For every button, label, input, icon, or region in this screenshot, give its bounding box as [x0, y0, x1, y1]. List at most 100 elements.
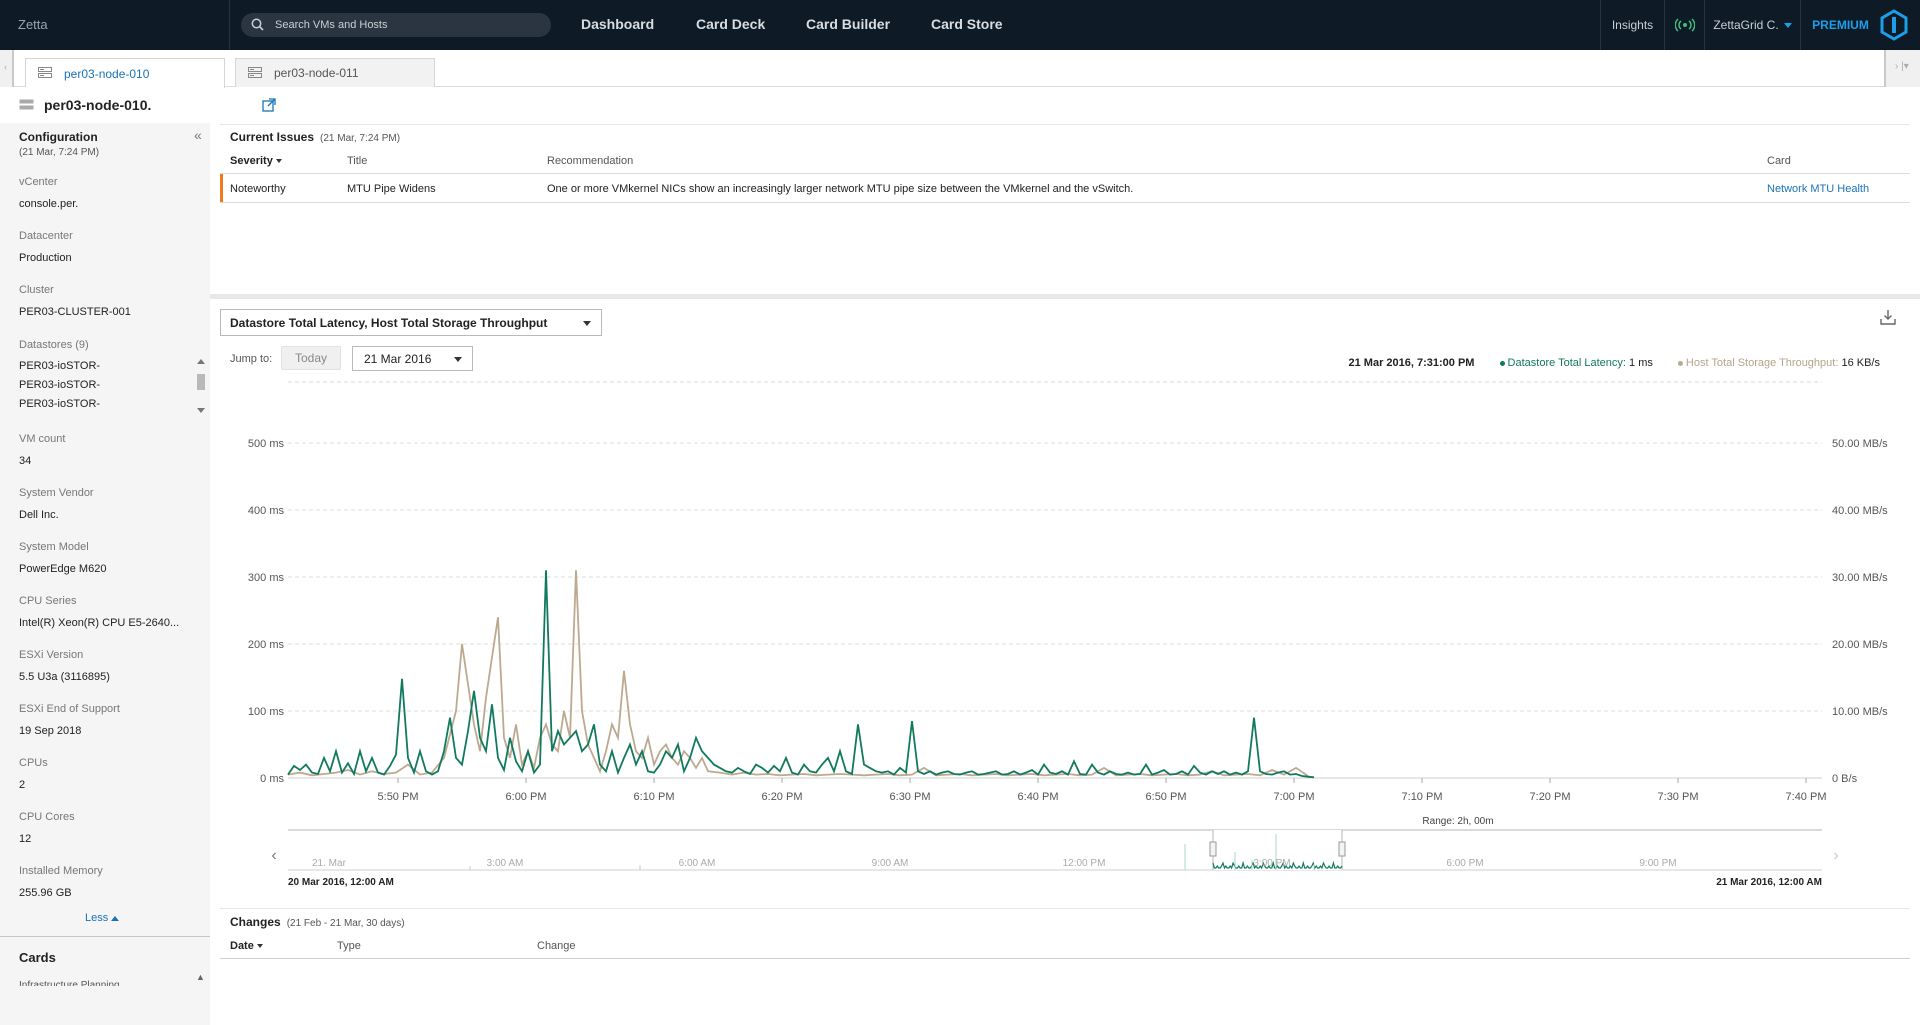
user-menu[interactable]: ZettaGrid C. — [1704, 0, 1800, 50]
legend-throughput[interactable]: Host Total Storage Throughput: — [1677, 357, 1838, 369]
sort-down-icon — [275, 159, 282, 164]
chevron-left-icon[interactable]: ‹ — [271, 847, 276, 864]
y-tick-label: 200 ms — [248, 639, 285, 651]
issue-recommendation: One or more VMkernel NICs show an increa… — [547, 183, 1134, 195]
y-axis-right: 0 B/s 10.00 MB/s 20.00 MB/s 30.00 MB/s 40.00… — [1832, 438, 1888, 785]
column-header-title[interactable]: Title — [347, 155, 367, 167]
navigator-tick-label: 9:00 PM — [1639, 858, 1676, 869]
column-header-severity[interactable]: Severity — [230, 155, 282, 167]
divider — [220, 908, 1910, 909]
caret-up-icon[interactable]: ▲ — [196, 972, 205, 982]
navigator-handle — [1209, 841, 1217, 857]
cards-title: Cards — [19, 950, 56, 965]
y-tick-label: 400 ms — [248, 505, 285, 517]
less-label: Less — [85, 912, 109, 924]
node-title: per03-node-010. — [44, 97, 152, 113]
datastores-scrollbar[interactable] — [196, 358, 206, 414]
datastore-item[interactable]: PER03-ioSTOR- — [19, 398, 100, 410]
jump-to-label: Jump to: — [230, 353, 273, 365]
range-navigator[interactable]: 21. Mar 3:00 AM 6:00 AM 9:00 AM 12:00 PM 3:00… — [271, 816, 1838, 888]
changes-title: Changes (21 Feb - 21 Mar, 30 days) — [230, 915, 405, 929]
issue-card-link[interactable]: Network MTU Health — [1767, 183, 1869, 195]
download-icon[interactable] — [1880, 309, 1896, 325]
configuration-time: (21 Mar, 7:24 PM) — [19, 147, 100, 158]
tab-scroll-right[interactable]: › |▾ — [1884, 50, 1920, 87]
y-tick-label: 30.00 MB/s — [1832, 572, 1888, 584]
nav-dashboard[interactable]: Dashboard — [581, 16, 654, 32]
caret-up-icon — [111, 915, 120, 921]
x-tick-label: 6:10 PM — [634, 791, 675, 803]
column-header-type[interactable]: Type — [337, 940, 361, 952]
insights-link[interactable]: Insights — [1600, 0, 1664, 50]
legend-dot-icon — [1499, 360, 1505, 366]
today-button[interactable]: Today — [281, 346, 341, 370]
x-tick-label: 7:40 PM — [1786, 791, 1827, 803]
navigator-start-label: 20 Mar 2016, 12:00 AM — [288, 877, 394, 888]
nav-card-store[interactable]: Card Store — [931, 16, 1003, 32]
prop-label-system-vendor: System Vendor — [19, 487, 94, 499]
latency-throughput-chart[interactable]: 0 ms 100 ms 200 ms 300 ms 400 ms 500 ms 0 B/s… — [210, 370, 1910, 890]
chart-legend: 21 Mar 2016, 7:31:00 PM Datastore Total … — [1349, 357, 1881, 369]
nav-card-deck[interactable]: Card Deck — [696, 16, 765, 32]
host-icon — [38, 67, 52, 78]
metric-select[interactable]: Datastore Total Latency, Host Total Stor… — [220, 309, 602, 336]
current-issues-title: Current Issues (21 Mar, 7:24 PM) — [230, 130, 400, 144]
navigator-range-label: Range: 2h, 00m — [1422, 816, 1493, 827]
navigator-tick-label: 3:00 PM — [1253, 858, 1290, 869]
prop-value-system-vendor: Dell Inc. — [19, 509, 59, 521]
today-label: Today — [294, 351, 328, 365]
date-select[interactable]: 21 Mar 2016 — [352, 346, 473, 371]
prop-label-installed-memory: Installed Memory — [19, 865, 103, 877]
column-label: Severity — [230, 155, 273, 167]
insights-label: Insights — [1611, 18, 1654, 32]
navigator-tick-label: 12:00 PM — [1063, 858, 1106, 869]
prop-value-cpu-series: Intel(R) Xeon(R) CPU E5-2640... — [19, 617, 180, 629]
legend-throughput-value: 16 KB/s — [1841, 357, 1880, 369]
column-header-date[interactable]: Date — [230, 940, 263, 952]
navigator-end-label: 21 Mar 2016, 12:00 AM — [1716, 877, 1822, 888]
x-tick-label: 6:00 PM — [506, 791, 547, 803]
premium-badge[interactable]: PREMIUM — [1800, 0, 1880, 50]
tab-per03-node-010[interactable]: per03-node-010 — [25, 58, 225, 88]
y-tick-label: 20.00 MB/s — [1832, 639, 1888, 651]
chevron-right-icon[interactable]: › — [1833, 847, 1838, 864]
y-tick-label: 0 ms — [260, 773, 284, 785]
datastore-item[interactable]: PER03-ioSTOR- — [19, 379, 100, 391]
tab-scroll-left[interactable]: ‹ — [0, 50, 14, 87]
column-header-recommendation[interactable]: Recommendation — [547, 155, 633, 167]
prop-value-esxi-version: 5.5 U3a (3116895) — [19, 671, 110, 683]
host-icon — [19, 99, 34, 110]
column-header-change[interactable]: Change — [537, 940, 576, 952]
prop-value-datacenter: Production — [19, 252, 72, 264]
tab-per03-node-011[interactable]: per03-node-011 — [235, 58, 435, 87]
broadcast-button[interactable] — [1664, 0, 1704, 50]
collapse-sidebar-icon[interactable]: « — [194, 127, 202, 143]
column-label: Date — [230, 940, 254, 952]
nav-card-builder[interactable]: Card Builder — [806, 16, 890, 32]
y-tick-label: 300 ms — [248, 572, 285, 584]
tab-label: per03-node-011 — [274, 66, 359, 80]
datastore-item[interactable]: PER03-ioSTOR- — [19, 360, 100, 372]
product-logo-icon[interactable] — [1878, 9, 1910, 41]
legend-latency[interactable]: Datastore Total Latency: — [1499, 357, 1626, 369]
brand-logo[interactable]: Zetta — [18, 17, 48, 32]
prop-value-cpus: 2 — [19, 779, 26, 791]
date-select-value: 21 Mar 2016 — [364, 352, 432, 366]
x-axis: 5:50 PM 6:00 PM 6:10 PM 6:20 PM 6:30 PM 6:40 … — [378, 778, 1827, 803]
legend-dot-icon — [1677, 360, 1683, 366]
table-row[interactable]: Noteworthy MTU Pipe Widens One or more V… — [220, 173, 1910, 203]
issue-severity: Noteworthy — [230, 183, 286, 195]
prop-value-installed-memory: 255.96 GB — [19, 887, 72, 899]
open-external-icon[interactable] — [262, 98, 276, 112]
search-box[interactable]: Search VMs and Hosts — [241, 13, 551, 37]
prop-label-esxi-end-of-support: ESXi End of Support — [19, 703, 120, 715]
chevron-down-icon — [1783, 22, 1792, 28]
less-toggle[interactable]: Less — [85, 912, 120, 924]
column-header-card[interactable]: Card — [1767, 155, 1791, 167]
legend-latency-value: 1 ms — [1629, 357, 1653, 369]
prop-label-cpu-series: CPU Series — [19, 595, 77, 607]
cards-first-item[interactable]: Infrastructure Planning — [19, 980, 179, 986]
prop-label-datacenter: Datacenter — [19, 230, 73, 242]
chart-grid — [288, 381, 1822, 779]
search-input[interactable]: Search VMs and Hosts — [275, 19, 388, 31]
